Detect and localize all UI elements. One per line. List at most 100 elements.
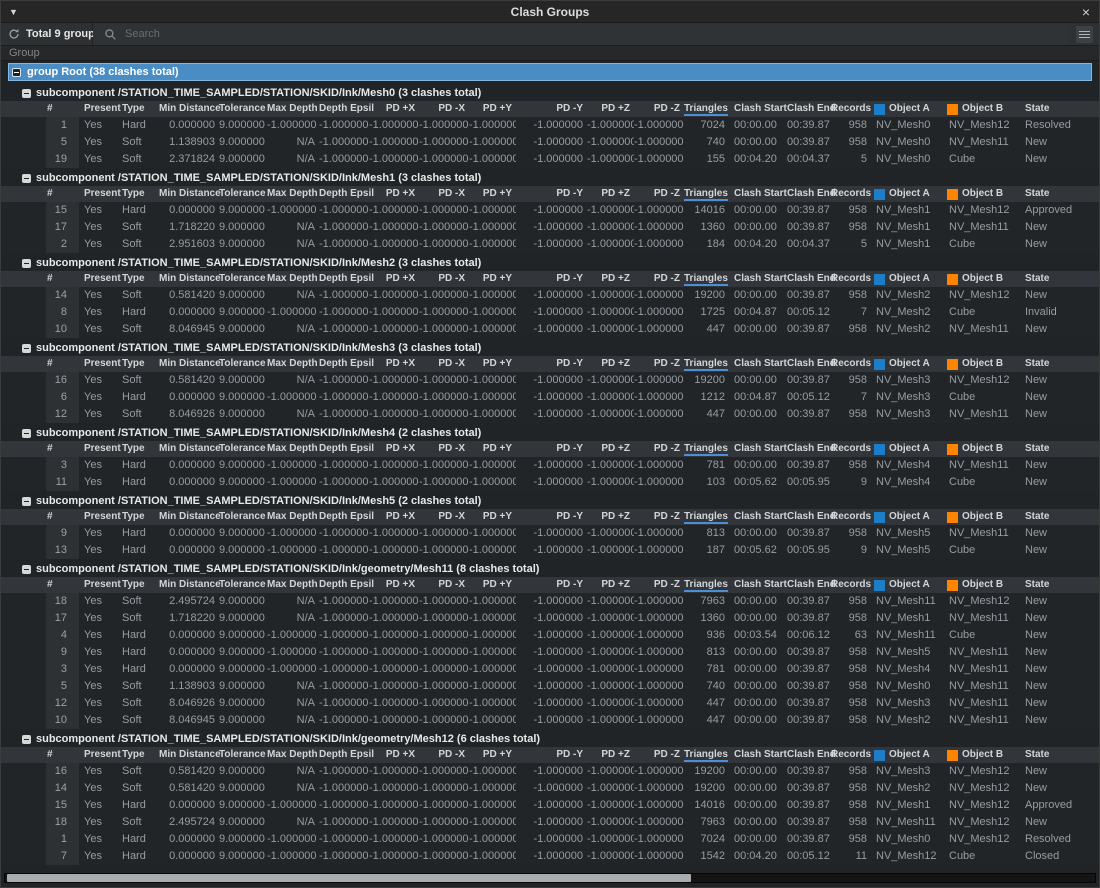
column-header-tolerance[interactable]: Tolerance [219,186,267,202]
clash-row[interactable]: 16YesSoft0.5814209.000000N/A-1.000000-1.… [1,372,1099,389]
column-header-clash-start[interactable]: Clash Start [729,271,782,287]
column-header-type[interactable]: Type [117,441,159,457]
close-icon[interactable]: × [1082,5,1090,19]
column-header-object-b[interactable]: Object B [944,356,1020,372]
column-header-pd-plus-z[interactable]: PD +Z [587,747,634,763]
column-header-type[interactable]: Type [117,271,159,287]
column-header-state[interactable]: State [1020,271,1099,287]
column-header-pd-plus-z[interactable]: PD +Z [587,271,634,287]
search-input[interactable] [123,27,1068,41]
column-header-state[interactable]: State [1020,441,1099,457]
column-header-max-depth[interactable]: Max Depth [267,577,319,593]
column-header-present[interactable]: Present [79,509,117,525]
column-header-pd-minus-y[interactable]: PD -Y [516,509,587,525]
clash-row[interactable]: 3YesHard0.0000009.000000-1.000000-1.0000… [1,457,1099,474]
column-header-type[interactable]: Type [117,747,159,763]
column-header-object-a[interactable]: Object A [871,577,944,593]
collapse-icon[interactable] [22,89,31,98]
column-header-clash-end[interactable]: Clash End [782,186,831,202]
column-header-triangles[interactable]: Triangles [684,577,729,593]
column-header-clash-end[interactable]: Clash End [782,441,831,457]
column-header-object-a[interactable]: Object A [871,356,944,372]
subcomponent-row[interactable]: subcomponent /STATION_TIME_SAMPLED/STATI… [1,425,1099,441]
collapse-icon[interactable] [22,429,31,438]
column-header-num[interactable]: # [35,271,79,287]
column-header-pd-plus-z[interactable]: PD +Z [587,356,634,372]
column-header-tolerance[interactable]: Tolerance [219,577,267,593]
column-header-state[interactable]: State [1020,186,1099,202]
column-header-object-b[interactable]: Object B [944,577,1020,593]
column-header-present[interactable]: Present [79,186,117,202]
column-header-triangles[interactable]: Triangles [684,186,729,202]
column-header-clash-end[interactable]: Clash End [782,356,831,372]
column-header-present[interactable]: Present [79,271,117,287]
clash-row[interactable]: 17YesSoft1.7182209.000000N/A-1.000000-1.… [1,219,1099,236]
column-header-pd-plus-z[interactable]: PD +Z [587,577,634,593]
column-header-pd-plus-y[interactable]: PD +Y [469,509,516,525]
clash-row[interactable]: 14YesSoft0.5814209.000000N/A-1.000000-1.… [1,780,1099,797]
column-header-pd-plus-x[interactable]: PD +X [369,747,419,763]
column-header-pd-minus-y[interactable]: PD -Y [516,186,587,202]
collapse-icon[interactable] [22,344,31,353]
column-header-depth-epsil[interactable]: Depth Epsil [319,577,369,593]
subcomponent-row[interactable]: subcomponent /STATION_TIME_SAMPLED/STATI… [1,170,1099,186]
clash-row[interactable]: 9YesHard0.0000009.000000-1.000000-1.0000… [1,644,1099,661]
column-header-pd-plus-z[interactable]: PD +Z [587,101,634,117]
column-header-clash-start[interactable]: Clash Start [729,356,782,372]
subcomponent-row[interactable]: subcomponent /STATION_TIME_SAMPLED/STATI… [1,731,1099,747]
column-header-pd-minus-y[interactable]: PD -Y [516,747,587,763]
column-header-pd-plus-z[interactable]: PD +Z [587,441,634,457]
column-header-records[interactable]: Records [831,186,871,202]
clash-row[interactable]: 14YesSoft0.5814209.000000N/A-1.000000-1.… [1,287,1099,304]
column-header-triangles[interactable]: Triangles [684,441,729,457]
column-header-pd-minus-z[interactable]: PD -Z [634,577,684,593]
column-header-min-distance[interactable]: Min Distance [159,577,219,593]
column-header-type[interactable]: Type [117,577,159,593]
clash-row[interactable]: 15YesHard0.0000009.000000-1.000000-1.000… [1,202,1099,219]
column-header-state[interactable]: State [1020,577,1099,593]
column-header-tolerance[interactable]: Tolerance [219,509,267,525]
column-header-clash-start[interactable]: Clash Start [729,577,782,593]
clash-row[interactable]: 18YesSoft2.4957249.000000N/A-1.000000-1.… [1,814,1099,831]
column-header-min-distance[interactable]: Min Distance [159,271,219,287]
column-header-pd-plus-x[interactable]: PD +X [369,577,419,593]
title-bar[interactable]: ▼ Clash Groups × [1,1,1099,23]
clash-row[interactable]: 1YesHard0.0000009.000000-1.000000-1.0000… [1,831,1099,848]
clash-row[interactable]: 10YesSoft8.0469459.000000N/A-1.000000-1.… [1,321,1099,338]
column-header-min-distance[interactable]: Min Distance [159,441,219,457]
column-header-tolerance[interactable]: Tolerance [219,101,267,117]
column-header-pd-plus-y[interactable]: PD +Y [469,186,516,202]
clash-row[interactable]: 18YesSoft2.4957249.000000N/A-1.000000-1.… [1,593,1099,610]
subcomponent-row[interactable]: subcomponent /STATION_TIME_SAMPLED/STATI… [1,561,1099,577]
collapse-icon[interactable] [22,735,31,744]
column-header-clash-end[interactable]: Clash End [782,509,831,525]
column-header-pd-plus-y[interactable]: PD +Y [469,441,516,457]
column-header-present[interactable]: Present [79,441,117,457]
column-header-num[interactable]: # [35,577,79,593]
column-header-triangles[interactable]: Triangles [684,101,729,117]
column-header-num[interactable]: # [35,747,79,763]
column-header-pd-minus-z[interactable]: PD -Z [634,509,684,525]
clash-row[interactable]: 9YesHard0.0000009.000000-1.000000-1.0000… [1,525,1099,542]
column-header-max-depth[interactable]: Max Depth [267,441,319,457]
column-header-pd-plus-z[interactable]: PD +Z [587,509,634,525]
column-header-tolerance[interactable]: Tolerance [219,747,267,763]
column-header-records[interactable]: Records [831,441,871,457]
column-header-num[interactable]: # [35,441,79,457]
search-box[interactable] [93,23,1068,45]
group-column-header[interactable]: Group [1,46,1099,61]
column-header-pd-minus-y[interactable]: PD -Y [516,271,587,287]
column-header-tolerance[interactable]: Tolerance [219,441,267,457]
column-header-records[interactable]: Records [831,577,871,593]
column-header-records[interactable]: Records [831,101,871,117]
clash-row[interactable]: 8YesHard0.0000009.000000-1.000000-1.0000… [1,304,1099,321]
clash-row[interactable]: 19YesSoft2.3718249.000000N/A-1.000000-1.… [1,151,1099,168]
column-header-object-b[interactable]: Object B [944,271,1020,287]
root-group-row[interactable]: group Root (38 clashes total) [8,63,1092,81]
column-header-depth-epsil[interactable]: Depth Epsil [319,356,369,372]
horizontal-scrollbar-thumb[interactable] [7,874,691,882]
column-header-clash-end[interactable]: Clash End [782,101,831,117]
column-header-pd-plus-x[interactable]: PD +X [369,186,419,202]
column-header-depth-epsil[interactable]: Depth Epsil [319,441,369,457]
column-header-state[interactable]: State [1020,747,1099,763]
